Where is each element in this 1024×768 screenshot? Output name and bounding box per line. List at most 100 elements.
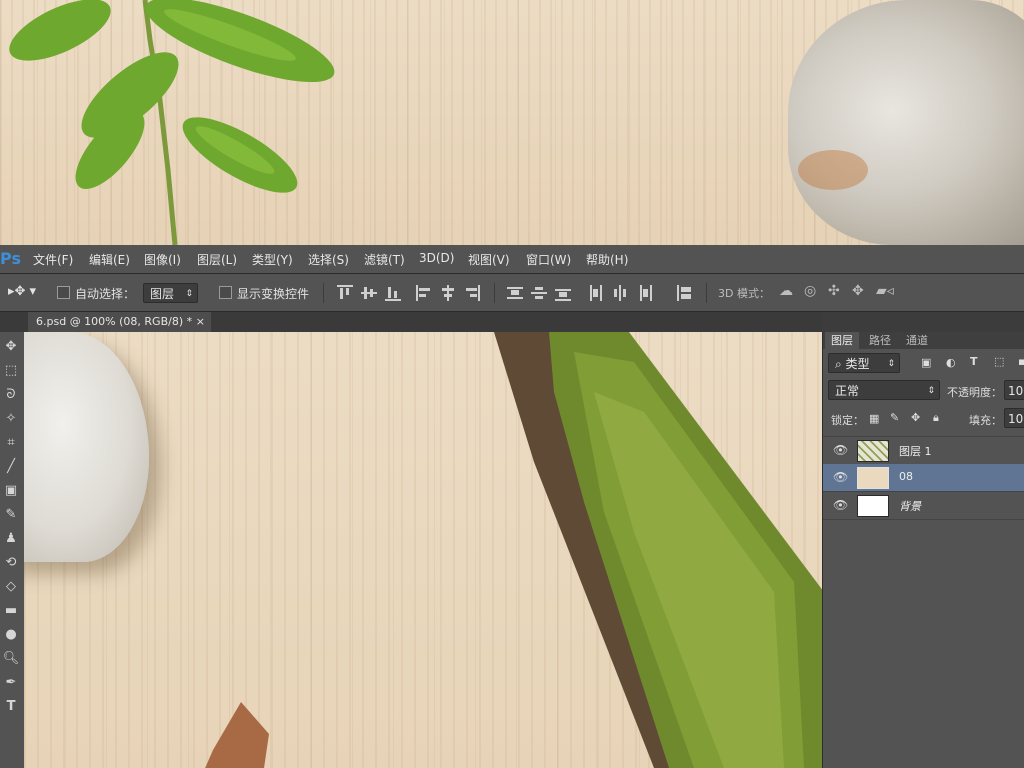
menu-window[interactable]: 窗口(W) [526, 251, 571, 268]
align-right-icon[interactable] [464, 285, 480, 301]
align-left-icon[interactable] [416, 285, 432, 301]
fern-image [9, 0, 335, 245]
crop-tool-icon[interactable]: ⌗ [0, 432, 22, 454]
eye-icon[interactable]: 👁︎ [833, 470, 848, 484]
eye-icon[interactable]: 👁︎ [833, 443, 848, 457]
slide-3d-icon[interactable]: ✥ [852, 283, 864, 299]
move-tool-icon[interactable]: ✥ [0, 336, 22, 358]
auto-align-icon[interactable] [677, 285, 693, 301]
stamp-tool-icon[interactable]: ♟ [0, 528, 22, 550]
close-icon[interactable]: × [196, 312, 205, 332]
align-top-icon[interactable] [337, 285, 353, 301]
menu-bar: Ps 文件(F) 编辑(E) 图像(I) 图层(L) 类型(Y) 选择(S) 滤… [0, 245, 1024, 274]
fill-label: 填充： [969, 414, 1002, 427]
distribute-hcenter-icon[interactable] [612, 285, 628, 301]
menu-select[interactable]: 选择(S) [308, 251, 349, 268]
filter-adjust-icon[interactable]: ◐ [946, 356, 956, 369]
options-bar: ▸✥ ▾ 自动选择： 图层 ⇕ 显示变换控件 3D 模式： ☁ ◎ ✣ ✥ ▰◃ [0, 274, 1024, 312]
distribute-right-icon[interactable] [636, 285, 652, 301]
lock-position-icon[interactable]: ✥ [911, 411, 920, 424]
chevron-updown-icon: ⇕ [927, 386, 935, 396]
fill-input[interactable]: 100 [1004, 408, 1024, 428]
layer-name: 图层 1 [899, 445, 932, 458]
menu-help[interactable]: 帮助(H) [586, 251, 628, 268]
blur-tool-icon[interactable]: ● [0, 624, 22, 646]
mossy-branch-image [494, 332, 822, 768]
type-tool-icon[interactable]: T [0, 696, 22, 718]
layer-name: 背景 [899, 500, 921, 513]
document-tab-bar: 6.psd @ 100% (08, RGB/8) * × [0, 312, 822, 332]
tab-paths[interactable]: 路径 [863, 332, 897, 349]
filter-smart-icon[interactable]: ▪ [1018, 355, 1024, 368]
auto-select-label: 自动选择： [75, 287, 136, 301]
menu-file[interactable]: 文件(F) [33, 251, 73, 268]
align-vcenter-icon[interactable] [361, 285, 377, 301]
layer-filter-value: 类型 [845, 357, 870, 371]
move-tool-icon[interactable]: ▸✥ ▾ [8, 284, 36, 299]
eraser-tool-icon[interactable]: ◇ [0, 576, 22, 598]
marquee-tool-icon[interactable]: ⬚ [0, 360, 22, 382]
lock-all-icon[interactable]: 🔒︎ [933, 411, 939, 425]
scale-3d-icon[interactable]: ▰◃ [876, 283, 894, 299]
dodge-tool-icon[interactable]: 🔍︎ [0, 648, 22, 670]
layer-row-1[interactable]: 👁︎ 图层 1 [823, 436, 1024, 465]
align-hcenter-icon[interactable] [440, 285, 456, 301]
distribute-bottom-icon[interactable] [555, 285, 571, 301]
layer-thumbnail [857, 467, 889, 489]
drag-3d-icon[interactable]: ✣ [828, 283, 840, 299]
menu-filter[interactable]: 滤镜(T) [364, 251, 405, 268]
pen-tool-icon[interactable]: ✒ [0, 672, 22, 694]
show-transform-checkbox[interactable] [219, 286, 232, 299]
fill-value: 100 [1008, 412, 1024, 426]
photoshop-window: Ps 文件(F) 编辑(E) 图像(I) 图层(L) 类型(Y) 选择(S) 滤… [0, 245, 1024, 768]
healing-brush-icon[interactable]: ▣ [0, 480, 22, 502]
magic-wand-icon[interactable]: ✧ [0, 408, 22, 430]
roll-3d-icon[interactable]: ◎ [804, 283, 816, 299]
menu-edit[interactable]: 编辑(E) [89, 251, 130, 268]
lasso-tool-icon[interactable]: ᘐ [0, 384, 22, 406]
lock-paint-icon[interactable]: ✎ [890, 411, 899, 424]
auto-select-dropdown[interactable]: 图层 ⇕ [143, 283, 198, 303]
distribute-vcenter-icon[interactable] [531, 285, 547, 301]
document-tab[interactable]: 6.psd @ 100% (08, RGB/8) * × [28, 312, 211, 332]
tab-layers[interactable]: 图层 [825, 332, 859, 349]
layer-filter-dropdown[interactable]: ⌕ 类型 ⇕ [828, 353, 900, 373]
layer-row-2[interactable]: 👁︎ 08 [823, 464, 1024, 492]
blend-mode-dropdown[interactable]: 正常 ⇕ [828, 380, 940, 400]
opacity-value: 100 [1008, 384, 1024, 398]
menu-3d[interactable]: 3D(D) [419, 251, 454, 265]
eyedropper-icon[interactable]: ╱ [0, 456, 22, 478]
distribute-left-icon[interactable] [588, 285, 604, 301]
menu-view[interactable]: 视图(V) [468, 251, 510, 268]
panel-tabs: 图层 路径 通道 [823, 332, 1024, 349]
rotate-3d-icon[interactable]: ☁ [779, 283, 793, 299]
layers-panel: 图层 路径 通道 ⌕ 类型 ⇕ ▣ ◐ T ⬚ ▪ 正常 ⇕ 不透明度： 100… [822, 332, 1024, 768]
filter-pixel-icon[interactable]: ▣ [921, 356, 931, 369]
auto-select-checkbox[interactable] [57, 286, 70, 299]
filter-type-icon[interactable]: T [970, 355, 978, 368]
filter-shape-icon[interactable]: ⬚ [994, 355, 1004, 368]
align-bottom-icon[interactable] [385, 285, 401, 301]
menu-type[interactable]: 类型(Y) [252, 251, 293, 268]
show-transform-label: 显示变换控件 [237, 287, 310, 301]
menu-image[interactable]: 图像(I) [144, 251, 181, 268]
menu-layer[interactable]: 图层(L) [197, 251, 237, 268]
eye-icon[interactable]: 👁︎ [833, 498, 848, 512]
lock-transparency-icon[interactable]: ▦ [869, 412, 879, 425]
gradient-tool-icon[interactable]: ▬ [0, 600, 22, 622]
tab-channels[interactable]: 通道 [900, 332, 934, 349]
mode3d-label: 3D 模式： [718, 287, 770, 300]
distribute-top-icon[interactable] [507, 285, 523, 301]
opacity-input[interactable]: 100 [1004, 380, 1024, 400]
layer-row-3[interactable]: 👁︎ 背景 [823, 492, 1024, 520]
chevron-updown-icon: ⇕ [887, 359, 895, 369]
layer-name: 08 [899, 470, 913, 483]
ps-logo: Ps [0, 249, 21, 268]
history-brush-icon[interactable]: ⟲ [0, 552, 22, 574]
search-icon: ⌕ [835, 357, 846, 371]
blend-mode-value: 正常 [835, 384, 860, 398]
auto-select-value: 图层 [150, 287, 175, 301]
document-tab-title: 6.psd @ 100% (08, RGB/8) * [36, 315, 193, 328]
brush-tool-icon[interactable]: ✎ [0, 504, 22, 526]
document-canvas[interactable] [24, 332, 822, 768]
